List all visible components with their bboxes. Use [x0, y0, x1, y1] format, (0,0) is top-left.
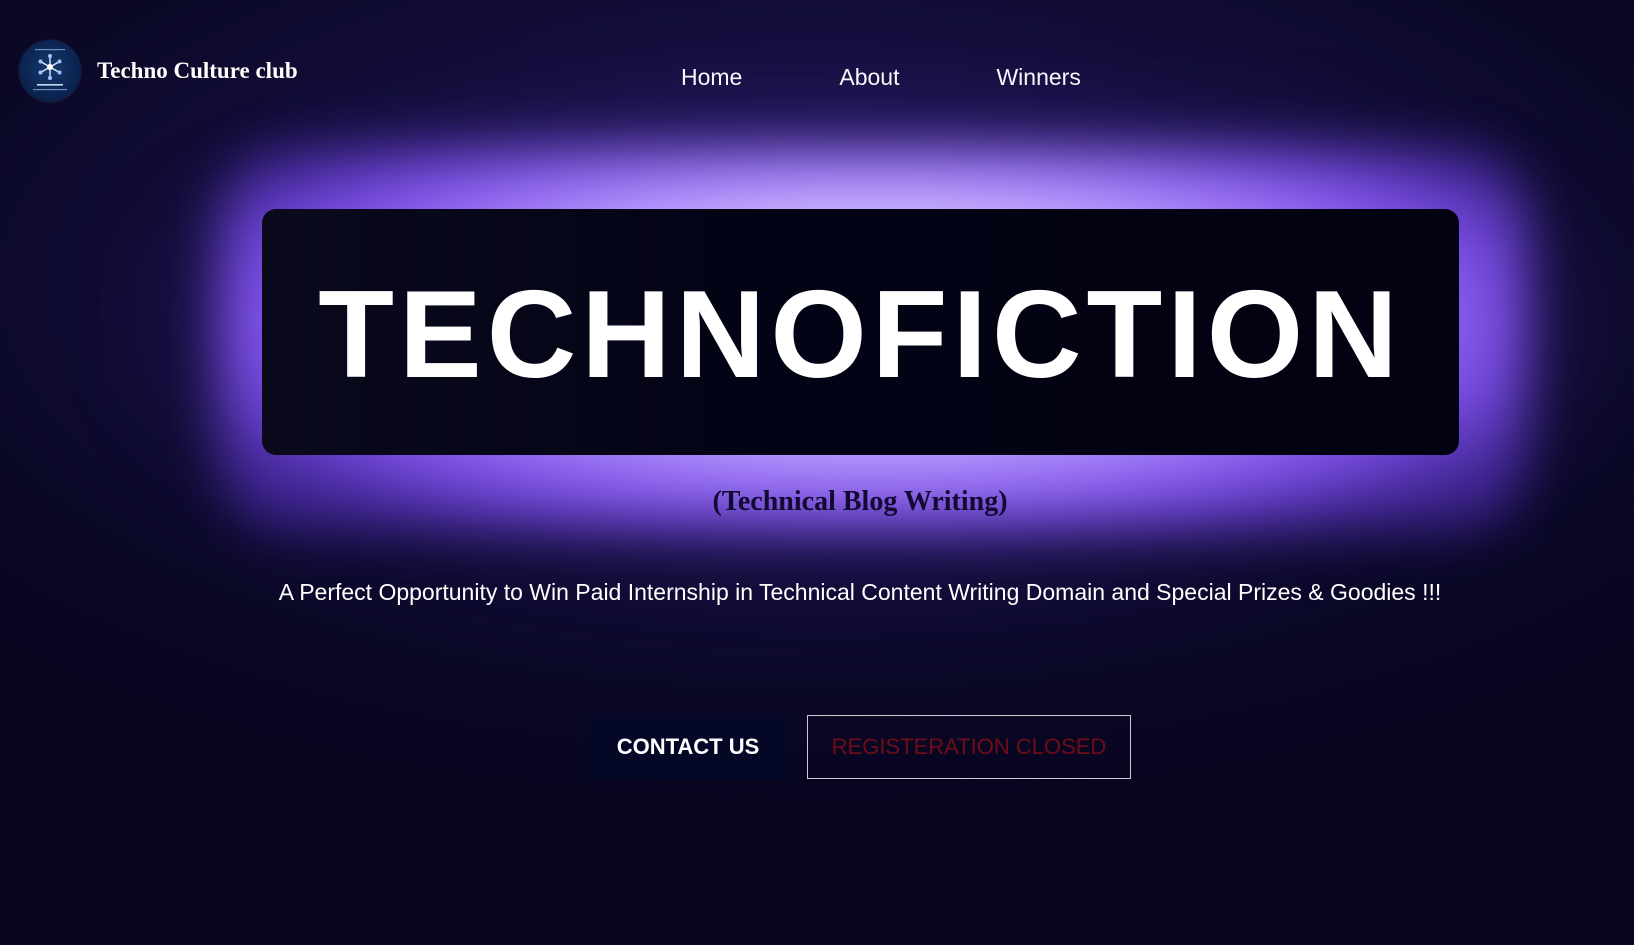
hero-title-box: TECHNOFICTION	[262, 209, 1459, 455]
contact-us-button[interactable]: CONTACT US	[590, 714, 786, 780]
club-logo-icon[interactable]	[19, 40, 81, 102]
registration-closed-button[interactable]: REGISTERATION CLOSED	[807, 715, 1131, 779]
brand[interactable]: Techno Culture club	[19, 40, 298, 102]
nav-about-link[interactable]: About	[839, 64, 899, 91]
hero-tagline: A Perfect Opportunity to Win Paid Intern…	[278, 579, 1442, 605]
snowflake-icon	[33, 49, 67, 91]
nav-winners-link[interactable]: Winners	[996, 64, 1080, 91]
main-nav: Home About Winners	[681, 64, 1081, 91]
hero-title: TECHNOFICTION	[318, 266, 1403, 404]
hero-subtitle: (Technical Blog Writing)	[712, 486, 1008, 517]
nav-home-link[interactable]: Home	[681, 64, 742, 91]
hero-actions: CONTACT US REGISTERATION CLOSED	[590, 714, 1131, 780]
brand-name[interactable]: Techno Culture club	[97, 58, 298, 84]
